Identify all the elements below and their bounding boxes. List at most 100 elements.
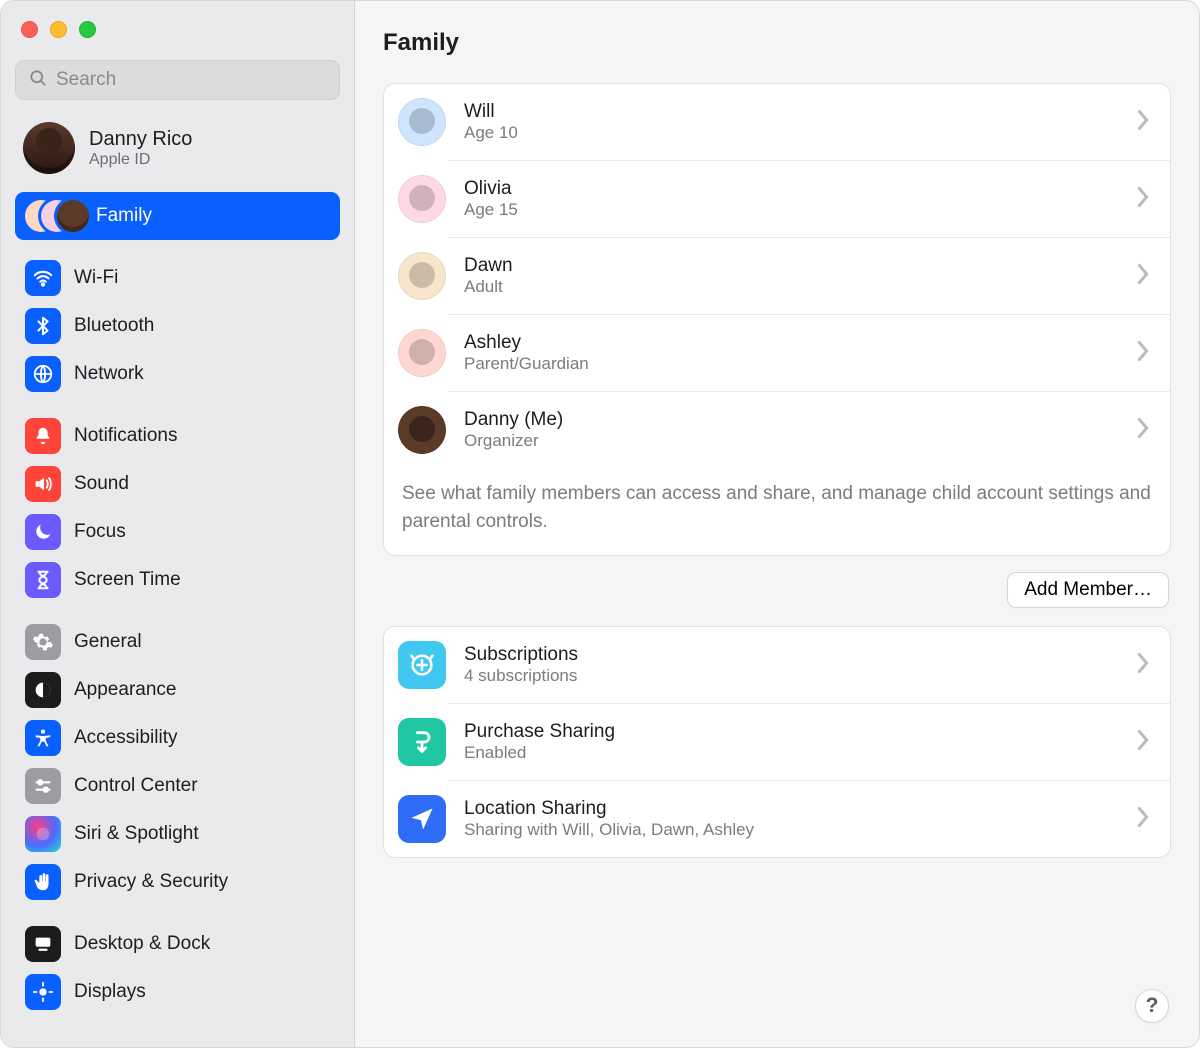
feature-sub: Enabled: [464, 743, 615, 763]
dock-icon: [25, 926, 61, 962]
feature-row-purchase-sharing[interactable]: Purchase Sharing Enabled: [448, 703, 1170, 780]
settings-window: Danny Rico Apple ID Family Wi-Fi: [0, 0, 1200, 1048]
chevron-right-icon: [1136, 652, 1150, 679]
sidebar-item-control-center[interactable]: Control Center: [15, 762, 340, 810]
sidebar-item-privacy[interactable]: Privacy & Security: [15, 858, 340, 906]
member-role: Age 10: [464, 123, 518, 143]
siri-icon: [25, 816, 61, 852]
wifi-icon: [25, 260, 61, 296]
avatar-icon: [398, 98, 446, 146]
bell-icon: [25, 418, 61, 454]
sidebar-item-label: General: [74, 631, 142, 653]
displays-icon: [25, 974, 61, 1010]
avatar-icon: [23, 122, 75, 174]
member-role: Parent/Guardian: [464, 354, 589, 374]
avatar-icon: [398, 175, 446, 223]
member-name: Olivia: [464, 178, 518, 200]
feature-title: Subscriptions: [464, 644, 578, 666]
feature-sub: 4 subscriptions: [464, 666, 578, 686]
sidebar-item-general[interactable]: General: [15, 618, 340, 666]
family-avatars-icon: [25, 198, 83, 234]
location-icon: [398, 795, 446, 843]
sidebar-item-displays[interactable]: Displays: [15, 968, 340, 1016]
sidebar-item-accessibility[interactable]: Accessibility: [15, 714, 340, 762]
avatar-icon: [398, 406, 446, 454]
gear-icon: [25, 624, 61, 660]
sidebar-item-desktop-dock[interactable]: Desktop & Dock: [15, 920, 340, 968]
sidebar-item-appearance[interactable]: Appearance: [15, 666, 340, 714]
sidebar-item-label: Desktop & Dock: [74, 933, 210, 955]
sidebar-item-network[interactable]: Network: [15, 350, 340, 398]
account-name: Danny Rico: [89, 128, 192, 151]
member-row-danny[interactable]: Danny (Me) Organizer: [448, 391, 1170, 468]
account-sub: Apple ID: [89, 151, 192, 169]
sidebar-item-label: Screen Time: [74, 569, 181, 591]
sidebar-item-label: Notifications: [74, 425, 178, 447]
member-role: Organizer: [464, 431, 563, 451]
sliders-icon: [25, 768, 61, 804]
sidebar-item-label: Displays: [74, 981, 146, 1003]
appearance-icon: [25, 672, 61, 708]
sidebar-item-label: Appearance: [74, 679, 176, 701]
sidebar-item-wifi[interactable]: Wi-Fi: [15, 254, 340, 302]
sidebar-item-family[interactable]: Family: [15, 192, 340, 240]
bluetooth-icon: [25, 308, 61, 344]
member-name: Will: [464, 101, 518, 123]
member-row-dawn[interactable]: Dawn Adult: [448, 237, 1170, 314]
avatar-icon: [398, 329, 446, 377]
feature-row-location-sharing[interactable]: Location Sharing Sharing with Will, Oliv…: [448, 780, 1170, 857]
chevron-right-icon: [1136, 417, 1150, 444]
member-row-will[interactable]: Will Age 10: [384, 84, 1170, 160]
sidebar-item-label: Accessibility: [74, 727, 177, 749]
chevron-right-icon: [1136, 263, 1150, 290]
sidebar-item-label: Focus: [74, 521, 126, 543]
member-name: Ashley: [464, 332, 589, 354]
sidebar-item-label: Control Center: [74, 775, 198, 797]
sidebar-item-label: Privacy & Security: [74, 871, 228, 893]
sidebar-item-bluetooth[interactable]: Bluetooth: [15, 302, 340, 350]
sidebar-item-sound[interactable]: Sound: [15, 460, 340, 508]
chevron-right-icon: [1136, 729, 1150, 756]
member-role: Age 15: [464, 200, 518, 220]
member-row-ashley[interactable]: Ashley Parent/Guardian: [448, 314, 1170, 391]
feature-title: Purchase Sharing: [464, 721, 615, 743]
sidebar-item-label: Wi-Fi: [74, 267, 118, 289]
sidebar-item-label: Siri & Spotlight: [74, 823, 199, 845]
member-role: Adult: [464, 277, 513, 297]
avatar-icon: [398, 252, 446, 300]
family-members-panel: Will Age 10 Olivia Age 15: [383, 83, 1171, 556]
sidebar-item-apple-id[interactable]: Danny Rico Apple ID: [15, 118, 340, 186]
moon-icon: [25, 514, 61, 550]
help-button[interactable]: ?: [1135, 989, 1169, 1023]
minimize-window-button[interactable]: [50, 21, 67, 38]
purchase-sharing-icon: [398, 718, 446, 766]
member-name: Danny (Me): [464, 409, 563, 431]
family-features-panel: Subscriptions 4 subscriptions Purchase S…: [383, 626, 1171, 858]
chevron-right-icon: [1136, 109, 1150, 136]
sidebar-item-siri[interactable]: Siri & Spotlight: [15, 810, 340, 858]
maximize-window-button[interactable]: [79, 21, 96, 38]
sidebar-item-notifications[interactable]: Notifications: [15, 412, 340, 460]
sidebar-item-label: Family: [96, 205, 152, 227]
subscriptions-icon: [398, 641, 446, 689]
search-field[interactable]: [15, 60, 340, 100]
chevron-right-icon: [1136, 186, 1150, 213]
sidebar-item-focus[interactable]: Focus: [15, 508, 340, 556]
search-icon: [28, 68, 48, 93]
network-icon: [25, 356, 61, 392]
member-name: Dawn: [464, 255, 513, 277]
member-row-olivia[interactable]: Olivia Age 15: [448, 160, 1170, 237]
sidebar-item-screen-time[interactable]: Screen Time: [15, 556, 340, 604]
add-member-button[interactable]: Add Member…: [1007, 572, 1169, 608]
search-input[interactable]: [48, 69, 327, 91]
feature-row-subscriptions[interactable]: Subscriptions 4 subscriptions: [384, 627, 1170, 703]
speaker-icon: [25, 466, 61, 502]
close-window-button[interactable]: [21, 21, 38, 38]
members-footer-text: See what family members can access and s…: [384, 468, 1170, 555]
accessibility-icon: [25, 720, 61, 756]
hand-icon: [25, 864, 61, 900]
sidebar: Danny Rico Apple ID Family Wi-Fi: [1, 1, 355, 1047]
chevron-right-icon: [1136, 806, 1150, 833]
feature-sub: Sharing with Will, Olivia, Dawn, Ashley: [464, 820, 754, 840]
sidebar-item-label: Bluetooth: [74, 315, 154, 337]
